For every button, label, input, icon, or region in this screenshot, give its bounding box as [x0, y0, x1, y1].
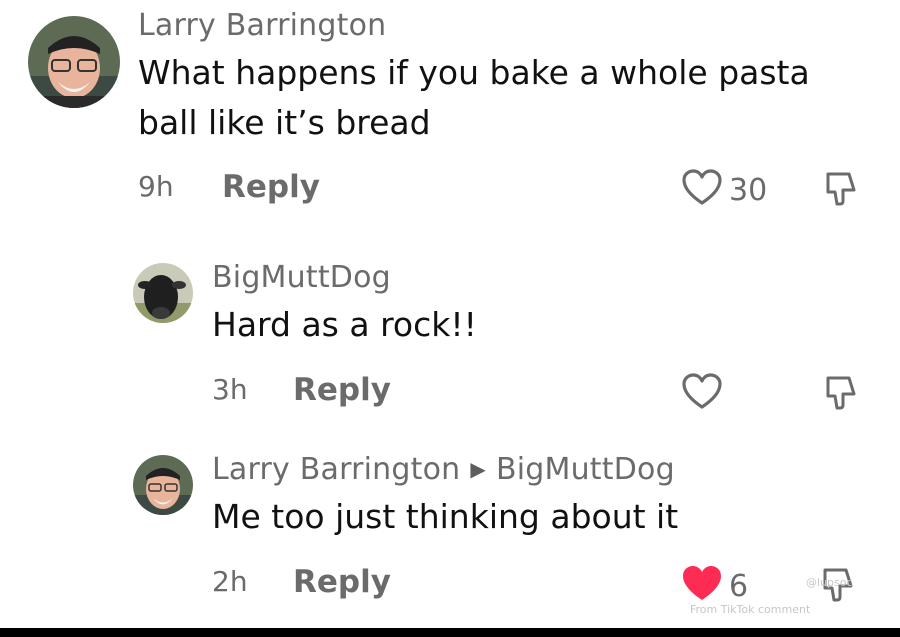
comment-text-line: Hard as a rock!!	[212, 305, 477, 344]
like-count: 6	[729, 568, 749, 604]
bottom-border	[0, 628, 900, 637]
comment-author[interactable]: Larry Barrington	[212, 452, 460, 487]
watermark-handle: @lupsoc	[806, 576, 853, 589]
reply-arrow-icon: ▶	[470, 457, 486, 481]
reply-button[interactable]: Reply	[293, 372, 391, 408]
thumbs-down-icon	[825, 172, 857, 210]
comment-author-line: Larry Barrington ▶ BigMuttDog	[212, 452, 675, 487]
dislike-button[interactable]	[825, 170, 857, 210]
like-count: 30	[729, 172, 768, 208]
thumbs-down-icon	[825, 376, 857, 414]
like-button[interactable]	[681, 373, 723, 415]
reply-to-author[interactable]: BigMuttDog	[496, 452, 675, 487]
heart-outline-icon	[681, 373, 723, 415]
like-button[interactable]: 30	[681, 169, 767, 211]
comment-timestamp: 9h	[138, 170, 174, 203]
avatar[interactable]	[133, 263, 193, 323]
heart-filled-icon	[681, 565, 723, 607]
comment-timestamp: 2h	[212, 565, 248, 598]
heart-outline-icon	[681, 169, 723, 211]
thumbs-down-icon	[822, 568, 854, 606]
avatar[interactable]	[28, 16, 120, 108]
comment-text-line: Me too just thinking about it	[212, 497, 679, 536]
comment-text-line: ball like it’s bread	[138, 103, 431, 142]
reply-button[interactable]: Reply	[293, 564, 391, 600]
watermark-source: From TikTok comment	[690, 603, 811, 616]
dislike-button[interactable]	[825, 374, 857, 414]
comment-author[interactable]: BigMuttDog	[212, 260, 391, 295]
comment-text: Me too just thinking about it	[212, 492, 678, 542]
comment-text: What happens if you bake a whole pasta b…	[138, 48, 810, 148]
comment-author[interactable]: Larry Barrington	[138, 8, 386, 43]
avatar[interactable]	[133, 455, 193, 515]
comment-timestamp: 3h	[212, 373, 248, 406]
comment-text: Hard as a rock!!	[212, 300, 477, 350]
reply-button[interactable]: Reply	[222, 169, 320, 205]
like-button[interactable]: 6	[681, 565, 748, 607]
comment-text-line: What happens if you bake a whole pasta	[138, 53, 810, 92]
